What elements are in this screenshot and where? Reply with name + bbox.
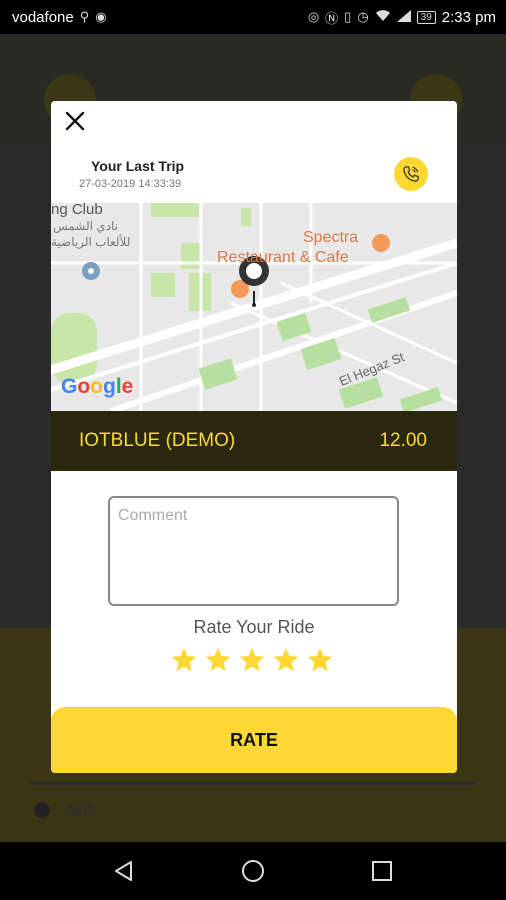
map-label-restaurant: Restaurant & Cafe: [217, 249, 349, 266]
back-icon: [115, 861, 133, 881]
trip-price: 12.00: [379, 430, 427, 451]
map-label-spectra: Spectra: [303, 229, 359, 246]
trip-title: Your Last Trip: [91, 158, 185, 174]
trip-map[interactable]: ng Club نادي الشمس للألعاب الرياضية Spec…: [51, 203, 457, 411]
recents-icon: [371, 861, 392, 881]
background-dot: [34, 802, 50, 818]
google-logo-letter: g: [103, 375, 116, 398]
google-logo-letter: o: [90, 375, 103, 398]
trip-info-bar: IOTBLUE (DEMO) 12.00: [51, 411, 457, 471]
trip-date: 27-03-2019 14:33:39: [79, 178, 182, 190]
usb-icon: ⚲: [79, 9, 90, 24]
nfc-icon: Ⓝ: [325, 10, 339, 26]
comment-input[interactable]: [108, 496, 399, 606]
rate-button[interactable]: RATE: [51, 707, 457, 773]
recents-button[interactable]: [367, 856, 397, 886]
star-rating[interactable]: [170, 646, 334, 674]
signal-icon: [396, 9, 411, 25]
google-logo-letter: e: [121, 375, 134, 398]
alarm-icon: ◷: [357, 9, 369, 24]
close-icon: [65, 111, 85, 131]
google-logo-letter: o: [77, 375, 91, 398]
trip-name: IOTBLUE (DEMO): [79, 430, 236, 451]
map-label-arabic: نادي الشمس: [53, 219, 118, 233]
google-logo: Google: [61, 375, 133, 399]
map-label-arabic-2: للألعاب الرياضية: [51, 235, 131, 249]
star-icon[interactable]: [204, 646, 232, 674]
wifi-icon: [375, 9, 391, 25]
call-driver-button[interactable]: [394, 157, 428, 191]
rate-label: Rate Your Ride: [193, 617, 315, 637]
status-bar: vodafone ⚲ ◉ ◎ Ⓝ ▯ ◷ 39 2:33 pm: [0, 0, 506, 34]
background-divider: [30, 782, 476, 785]
star-icon[interactable]: [272, 646, 300, 674]
app-notification-icon: ◉: [95, 9, 107, 24]
map-label-club: ng Club: [51, 203, 103, 218]
star-icon[interactable]: [306, 646, 334, 674]
google-logo-letter: G: [61, 375, 78, 398]
status-time: 2:33 pm: [441, 8, 496, 26]
star-icon[interactable]: [170, 646, 198, 674]
background-na-row: N/A: [34, 800, 95, 820]
home-button[interactable]: [238, 856, 268, 886]
battery-indicator: 39: [416, 10, 436, 24]
star-icon[interactable]: [238, 646, 266, 674]
home-icon: [241, 860, 264, 882]
background-na-label: N/A: [66, 800, 96, 819]
carrier-label: vodafone: [12, 8, 74, 26]
phone-icon: [403, 166, 419, 182]
headset-icon: ◎: [307, 9, 320, 24]
vibrate-icon: ▯: [344, 9, 352, 24]
back-button[interactable]: [109, 856, 139, 886]
last-trip-dialog: Your Last Trip 27-03-2019 14:33:39 ng Cl…: [51, 101, 457, 773]
navigation-bar: [0, 842, 506, 900]
close-button[interactable]: [61, 107, 89, 135]
